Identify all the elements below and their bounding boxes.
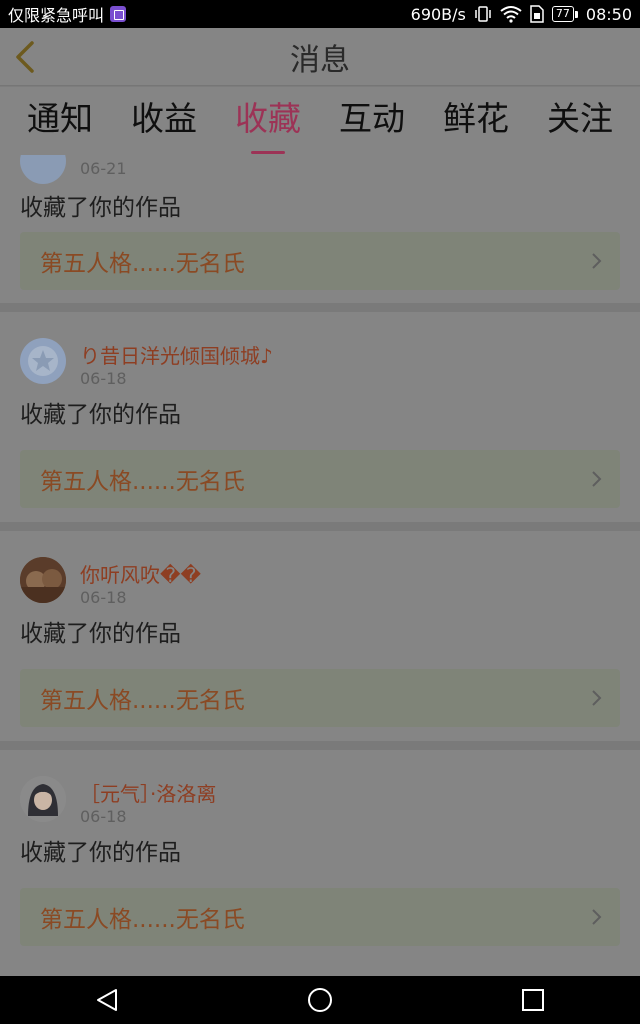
tab-notifications[interactable]: 通知 <box>27 92 93 150</box>
app-header: 消息 <box>0 28 640 86</box>
avatar[interactable] <box>20 338 66 384</box>
chevron-right-icon <box>592 471 602 487</box>
message-action: 收藏了你的作品 <box>20 840 181 866</box>
back-arrow-icon[interactable] <box>12 40 42 74</box>
message-date: 06-18 <box>80 369 127 388</box>
carrier-text: 仅限紧急呼叫 <box>8 6 105 25</box>
message-card: 你听风吹�� 06-18 收藏了你的作品 第五人格......无名氏 <box>0 531 640 741</box>
nav-back-button[interactable] <box>87 980 127 1020</box>
work-title: 第五人格......无名氏 <box>40 251 245 277</box>
user-photo-icon <box>20 557 66 603</box>
username[interactable]: 你听风吹�� <box>80 559 201 588</box>
system-nav-bar <box>0 976 640 1024</box>
chevron-right-icon <box>592 253 602 269</box>
tab-flowers[interactable]: 鲜花 <box>443 92 509 150</box>
clock: 08:50 <box>585 4 632 24</box>
message-action: 收藏了你的作品 <box>20 195 181 221</box>
message-card: ［元气］·洛洛离 06-18 收藏了你的作品 第五人格......无名氏 <box>0 750 640 976</box>
nav-recents-button[interactable] <box>513 980 553 1020</box>
work-title: 第五人格......无名氏 <box>40 688 245 714</box>
chevron-right-icon <box>592 909 602 925</box>
avatar[interactable] <box>20 557 66 603</box>
user-portrait-icon <box>20 776 66 822</box>
sim-card-icon <box>530 5 544 23</box>
message-date: 06-21 <box>80 159 127 178</box>
square-recents-icon <box>522 989 545 1011</box>
status-bar: 仅限紧急呼叫 690B/s 77 08:50 <box>0 0 640 28</box>
nav-home-button[interactable] <box>300 980 340 1020</box>
triangle-back-icon <box>96 989 117 1011</box>
message-date: 06-18 <box>80 588 127 607</box>
default-avatar-star-icon <box>28 346 58 376</box>
network-speed: 690B/s <box>410 4 466 24</box>
chevron-right-icon <box>592 690 602 706</box>
avatar[interactable] <box>20 155 66 184</box>
battery-level: 77 <box>551 6 574 22</box>
message-card: 06-21 收藏了你的作品 第五人格......无名氏 <box>0 155 640 303</box>
message-action: 收藏了你的作品 <box>20 402 181 428</box>
tab-bar: 通知 收益 收藏 互动 鲜花 关注 <box>0 87 640 155</box>
work-link[interactable]: 第五人格......无名氏 <box>20 669 620 727</box>
page-title: 消息 <box>290 42 350 78</box>
sim-icon <box>110 6 127 22</box>
tab-follows[interactable]: 关注 <box>547 92 613 150</box>
circle-home-icon <box>307 988 332 1012</box>
message-card: り昔日洋光倾国倾城♪ 06-18 收藏了你的作品 第五人格......无名氏 <box>0 312 640 522</box>
message-date: 06-18 <box>80 807 127 826</box>
work-link[interactable]: 第五人格......无名氏 <box>20 450 620 508</box>
username[interactable]: り昔日洋光倾国倾城♪ <box>80 340 273 369</box>
work-title: 第五人格......无名氏 <box>40 907 245 933</box>
wifi-icon <box>500 6 522 23</box>
work-title: 第五人格......无名氏 <box>40 469 245 495</box>
username[interactable]: ［元气］·洛洛离 <box>80 778 216 807</box>
tab-earnings[interactable]: 收益 <box>131 92 197 150</box>
tab-favorites[interactable]: 收藏 <box>235 92 301 150</box>
tab-interactions[interactable]: 互动 <box>339 92 405 150</box>
avatar[interactable] <box>20 776 66 822</box>
work-link[interactable]: 第五人格......无名氏 <box>20 232 620 290</box>
vibrate-icon <box>475 6 491 22</box>
message-action: 收藏了你的作品 <box>20 621 181 647</box>
work-link[interactable]: 第五人格......无名氏 <box>20 888 620 946</box>
battery-icon: 77 <box>551 6 578 22</box>
message-feed[interactable]: 06-21 收藏了你的作品 第五人格......无名氏 り昔日洋光倾国倾城♪ 0… <box>0 155 640 976</box>
